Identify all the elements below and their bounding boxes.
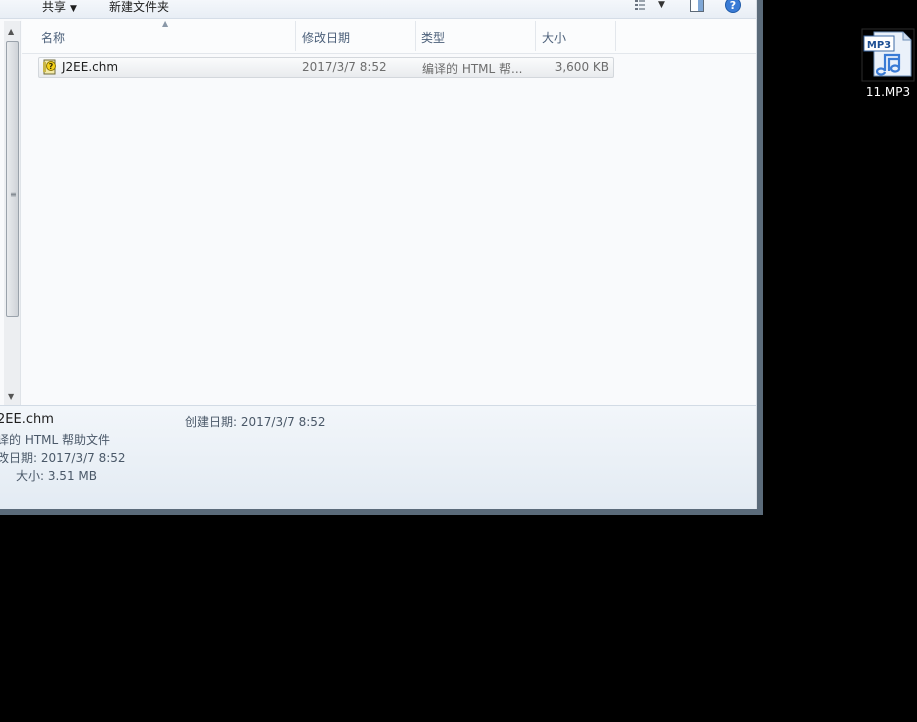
details-pane: 2EE.chm 译的 HTML 帮助文件 改日期: 2017/3/7 8:52 … (0, 405, 756, 509)
column-divider[interactable] (295, 21, 296, 51)
column-headers: ▲ 名称 修改日期 类型 大小 (22, 19, 756, 54)
chm-file-icon: ? (43, 59, 56, 75)
details-modified: 改日期: 2017/3/7 8:52 (0, 451, 126, 465)
new-folder-button[interactable]: 新建文件夹 (109, 0, 169, 15)
svg-text:?: ? (730, 0, 736, 12)
file-modified: 2017/3/7 8:52 (302, 60, 387, 74)
desktop-icon-label: 11.MP3 (865, 85, 911, 99)
details-file-name: 2EE.chm (0, 412, 54, 427)
view-dropdown-chevron-icon[interactable]: ▼ (658, 0, 665, 10)
details-size: 大小: 3.51 MB (16, 469, 97, 483)
details-created: 创建日期: 2017/3/7 8:52 (185, 415, 326, 429)
file-size: 3,600 KB (554, 60, 609, 74)
scroll-up-arrow-icon[interactable]: ▲ (8, 27, 14, 36)
file-name: J2EE.chm (62, 60, 119, 74)
svg-text:?: ? (49, 62, 54, 71)
column-header-name[interactable]: 名称 (41, 29, 65, 46)
file-row[interactable]: ? J2EE.chm 2017/3/7 8:52 编译的 HTML 帮... 3… (38, 57, 614, 78)
chevron-down-icon: ▼ (70, 4, 77, 14)
column-divider[interactable] (415, 21, 416, 51)
scrollbar-grip-icon: ≡ (10, 190, 17, 199)
details-file-type: 译的 HTML 帮助文件 (0, 433, 111, 447)
column-header-modified[interactable]: 修改日期 (302, 29, 350, 46)
column-divider[interactable] (535, 21, 536, 51)
column-header-size[interactable]: 大小 (542, 29, 566, 46)
column-header-type[interactable]: 类型 (421, 29, 445, 46)
command-bar: 共享 ▼ 新建文件夹 ▼ ? (0, 0, 756, 19)
help-icon[interactable]: ? (725, 0, 741, 13)
mp3-file-icon: MP3 (861, 28, 915, 82)
share-menu-button[interactable]: 共享 ▼ (42, 0, 77, 15)
explorer-window-body: 共享 ▼ 新建文件夹 ▼ ? ▲ ≡ ▼ ▲ 名称 修改日期 类型 大小 ? J… (0, 0, 757, 509)
sort-ascending-icon: ▲ (162, 19, 169, 28)
explorer-window: 共享 ▼ 新建文件夹 ▼ ? ▲ ≡ ▼ ▲ 名称 修改日期 类型 大小 ? J… (0, 0, 763, 515)
vertical-scrollbar[interactable]: ▲ ≡ ▼ (4, 21, 21, 405)
preview-pane-icon[interactable] (689, 0, 705, 13)
mp3-badge-text: MP3 (867, 40, 891, 51)
desktop-icon-mp3[interactable]: MP3 11.MP3 (861, 28, 915, 100)
scrollbar-thumb[interactable]: ≡ (6, 41, 19, 317)
share-label: 共享 (42, 0, 67, 14)
scroll-down-arrow-icon[interactable]: ▼ (8, 392, 14, 401)
column-divider[interactable] (615, 21, 616, 51)
view-options-icon[interactable] (634, 0, 650, 13)
file-type: 编译的 HTML 帮... (422, 62, 523, 76)
file-list: ▲ ≡ ▼ ▲ 名称 修改日期 类型 大小 ? J2EE.chm 2017/3/… (0, 19, 756, 405)
